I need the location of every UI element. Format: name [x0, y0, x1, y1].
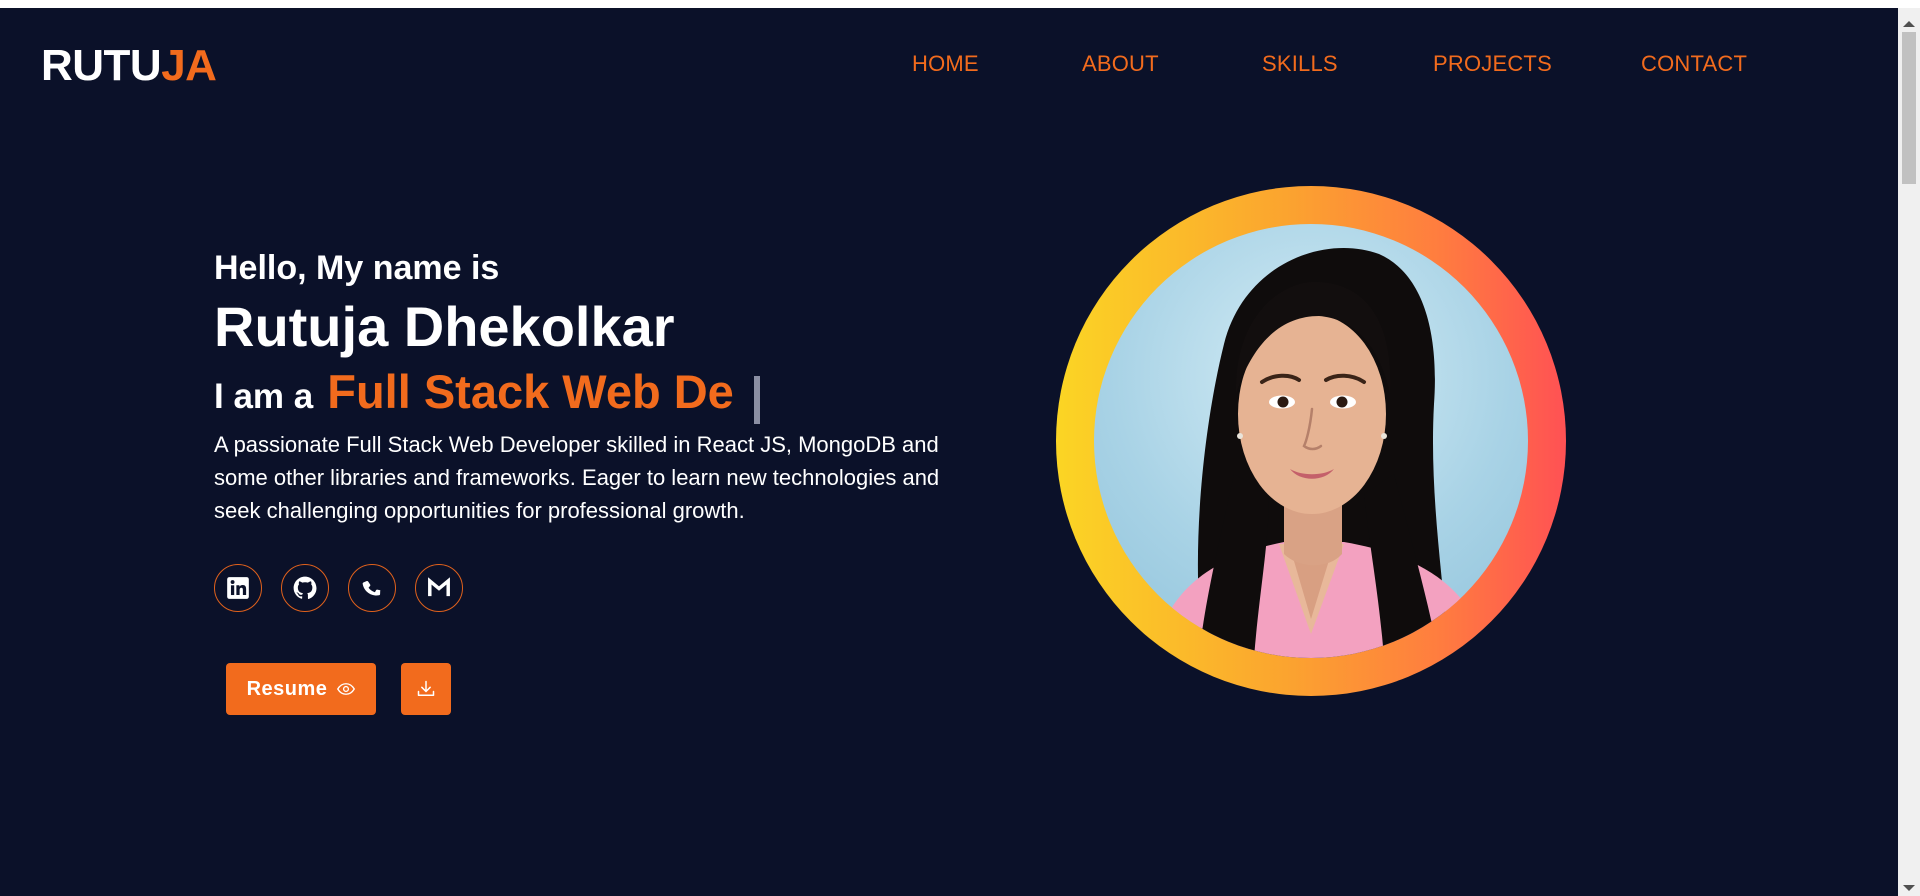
linkedin-link[interactable] — [214, 564, 262, 612]
main-nav: HOME ABOUT SKILLS PROJECTS CONTACT — [0, 44, 1898, 84]
nav-projects[interactable]: PROJECTS — [1433, 44, 1552, 84]
linkedin-icon — [227, 577, 249, 599]
gmail-link[interactable] — [415, 564, 463, 612]
resume-button-label: Resume — [246, 677, 328, 700]
scroll-down-arrow-icon[interactable] — [1903, 885, 1915, 891]
scrollbar-thumb[interactable] — [1902, 32, 1916, 184]
github-icon — [293, 576, 317, 599]
profile-portrait-image — [1154, 248, 1489, 658]
typing-cursor — [753, 376, 760, 424]
phone-link[interactable] — [348, 564, 396, 612]
phone-icon — [362, 581, 381, 596]
greeting-text: Hello, My name is — [214, 249, 500, 287]
resume-button[interactable]: Resume — [226, 663, 376, 715]
social-links — [214, 564, 463, 612]
download-resume-button[interactable] — [401, 663, 451, 715]
hero-description: A passionate Full Stack Web Developer sk… — [214, 432, 940, 523]
download-icon — [417, 680, 435, 696]
hero-name: Rutuja Dhekolkar — [214, 295, 675, 358]
nav-contact[interactable]: CONTACT — [1641, 44, 1747, 84]
scroll-up-arrow-icon[interactable] — [1903, 21, 1915, 27]
nav-about[interactable]: ABOUT — [1082, 44, 1159, 84]
hero-page: RUTUJA HOME ABOUT SKILLS PROJECTS CONTAC… — [0, 8, 1898, 896]
role-prefix: I am a — [214, 377, 314, 416]
nav-skills[interactable]: SKILLS — [1262, 44, 1338, 84]
eye-icon — [337, 683, 356, 695]
nav-home[interactable]: HOME — [912, 44, 979, 84]
role-typed-text: Full Stack Web De — [327, 365, 734, 418]
role-line: I am a Full Stack Web De — [214, 364, 760, 428]
page-scrollbar[interactable] — [1898, 8, 1920, 896]
profile-photo — [1094, 224, 1528, 658]
gmail-icon — [428, 577, 450, 597]
github-link[interactable] — [281, 564, 329, 612]
